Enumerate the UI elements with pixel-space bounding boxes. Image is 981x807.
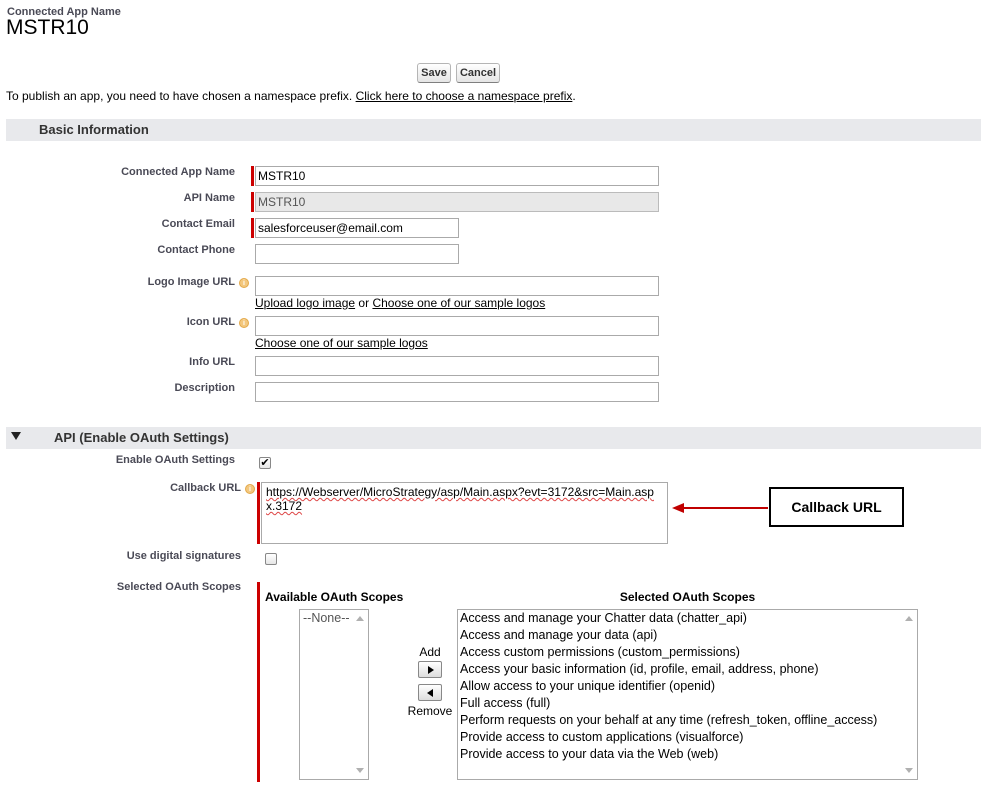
upload-logo-link[interactable]: Upload logo image — [255, 296, 355, 310]
arrow-left-icon — [427, 689, 433, 697]
remove-scope-button[interactable] — [418, 684, 442, 701]
use-digital-signatures-label: Use digital signatures — [126, 550, 241, 562]
required-indicator — [251, 192, 254, 212]
api-name-input[interactable] — [255, 192, 659, 212]
icon-choose-sample-logos-link[interactable]: Choose one of our sample logos — [255, 336, 428, 350]
info-url-input[interactable] — [255, 356, 659, 376]
info-url-label: Info URL — [189, 356, 235, 368]
available-scopes-listbox[interactable]: --None-- — [299, 609, 369, 780]
selected-scopes-listbox[interactable]: Access and manage your Chatter data (cha… — [457, 609, 918, 780]
api-oauth-section-title: API (Enable OAuth Settings) — [54, 430, 229, 445]
add-label: Add — [419, 645, 441, 659]
save-button[interactable]: Save — [417, 63, 451, 83]
basic-information-title: Basic Information — [39, 122, 149, 137]
selected-scopes-header: Selected OAuth Scopes — [619, 590, 756, 604]
remove-label: Remove — [407, 704, 453, 718]
callback-url-callout: Callback URL — [769, 487, 904, 527]
description-input[interactable] — [255, 382, 659, 402]
list-item[interactable]: Provide access to your data via the Web … — [458, 746, 917, 763]
list-item[interactable]: Allow access to your unique identifier (… — [458, 678, 917, 695]
scroll-up-icon[interactable] — [356, 616, 364, 621]
api-oauth-section-header[interactable]: API (Enable OAuth Settings) — [6, 427, 981, 449]
list-item[interactable]: Access and manage your Chatter data (cha… — [458, 610, 917, 627]
logo-image-url-label: Logo Image URL — [147, 276, 235, 288]
logo-links: Upload logo image or Choose one of our s… — [255, 296, 545, 310]
required-indicator — [251, 166, 254, 186]
enable-oauth-checkbox[interactable]: ✔ — [259, 457, 271, 469]
scrollbar[interactable] — [901, 610, 917, 779]
logo-image-url-input[interactable] — [255, 276, 659, 296]
list-item[interactable]: Access your basic information (id, profi… — [458, 661, 917, 678]
api-name-label: API Name — [183, 192, 235, 204]
scroll-down-icon[interactable] — [905, 768, 913, 773]
callback-url-label: Callback URL — [170, 482, 241, 494]
basic-information-header: Basic Information — [6, 119, 981, 141]
cancel-button[interactable]: Cancel — [456, 63, 500, 83]
required-indicator — [251, 218, 254, 238]
namespace-notice-text: To publish an app, you need to have chos… — [6, 89, 353, 103]
namespace-notice-suffix: . — [572, 89, 576, 103]
list-item[interactable]: Provide access to custom applications (v… — [458, 729, 917, 746]
choose-namespace-link[interactable]: Click here to choose a namespace prefix — [356, 89, 573, 103]
description-label: Description — [174, 382, 235, 394]
help-icon[interactable]: i — [239, 318, 249, 328]
annotation-arrow — [672, 503, 768, 513]
icon-url-input[interactable] — [255, 316, 659, 336]
contact-email-label: Contact Email — [161, 218, 235, 230]
list-item[interactable]: Perform requests on your behalf at any t… — [458, 712, 917, 729]
required-indicator — [257, 482, 260, 544]
choose-sample-logos-link[interactable]: Choose one of our sample logos — [372, 296, 545, 310]
contact-phone-label: Contact Phone — [157, 244, 235, 256]
help-icon[interactable]: i — [245, 484, 255, 494]
icon-url-label: Icon URL — [186, 316, 235, 328]
help-icon[interactable]: i — [239, 278, 249, 288]
contact-phone-input[interactable] — [255, 244, 459, 264]
collapse-triangle-icon[interactable] — [11, 432, 21, 440]
enable-oauth-label: Enable OAuth Settings — [115, 454, 235, 466]
list-item[interactable]: Full access (full) — [458, 695, 917, 712]
arrow-right-icon — [428, 666, 434, 674]
scrollbar[interactable] — [352, 610, 368, 779]
scroll-down-icon[interactable] — [356, 768, 364, 773]
selected-oauth-scopes-label: Selected OAuth Scopes — [116, 581, 241, 593]
add-scope-button[interactable] — [418, 661, 442, 678]
scroll-up-icon[interactable] — [905, 616, 913, 621]
connected-app-name-label: Connected App Name — [121, 166, 235, 178]
namespace-notice: To publish an app, you need to have chos… — [6, 89, 576, 103]
list-item[interactable]: Access custom permissions (custom_permis… — [458, 644, 917, 661]
callback-url-textarea[interactable]: https://Webserver/MicroStrategy/asp/Main… — [261, 482, 668, 544]
page-title: MSTR10 — [6, 16, 89, 39]
use-digital-signatures-checkbox[interactable] — [265, 553, 277, 565]
contact-email-input[interactable] — [255, 218, 459, 238]
connected-app-name-input[interactable] — [255, 166, 659, 186]
available-scopes-header: Available OAuth Scopes — [265, 590, 404, 604]
icon-links: Choose one of our sample logos — [255, 336, 428, 350]
required-indicator — [257, 582, 260, 782]
list-item[interactable]: Access and manage your data (api) — [458, 627, 917, 644]
or-text: or — [358, 296, 370, 310]
